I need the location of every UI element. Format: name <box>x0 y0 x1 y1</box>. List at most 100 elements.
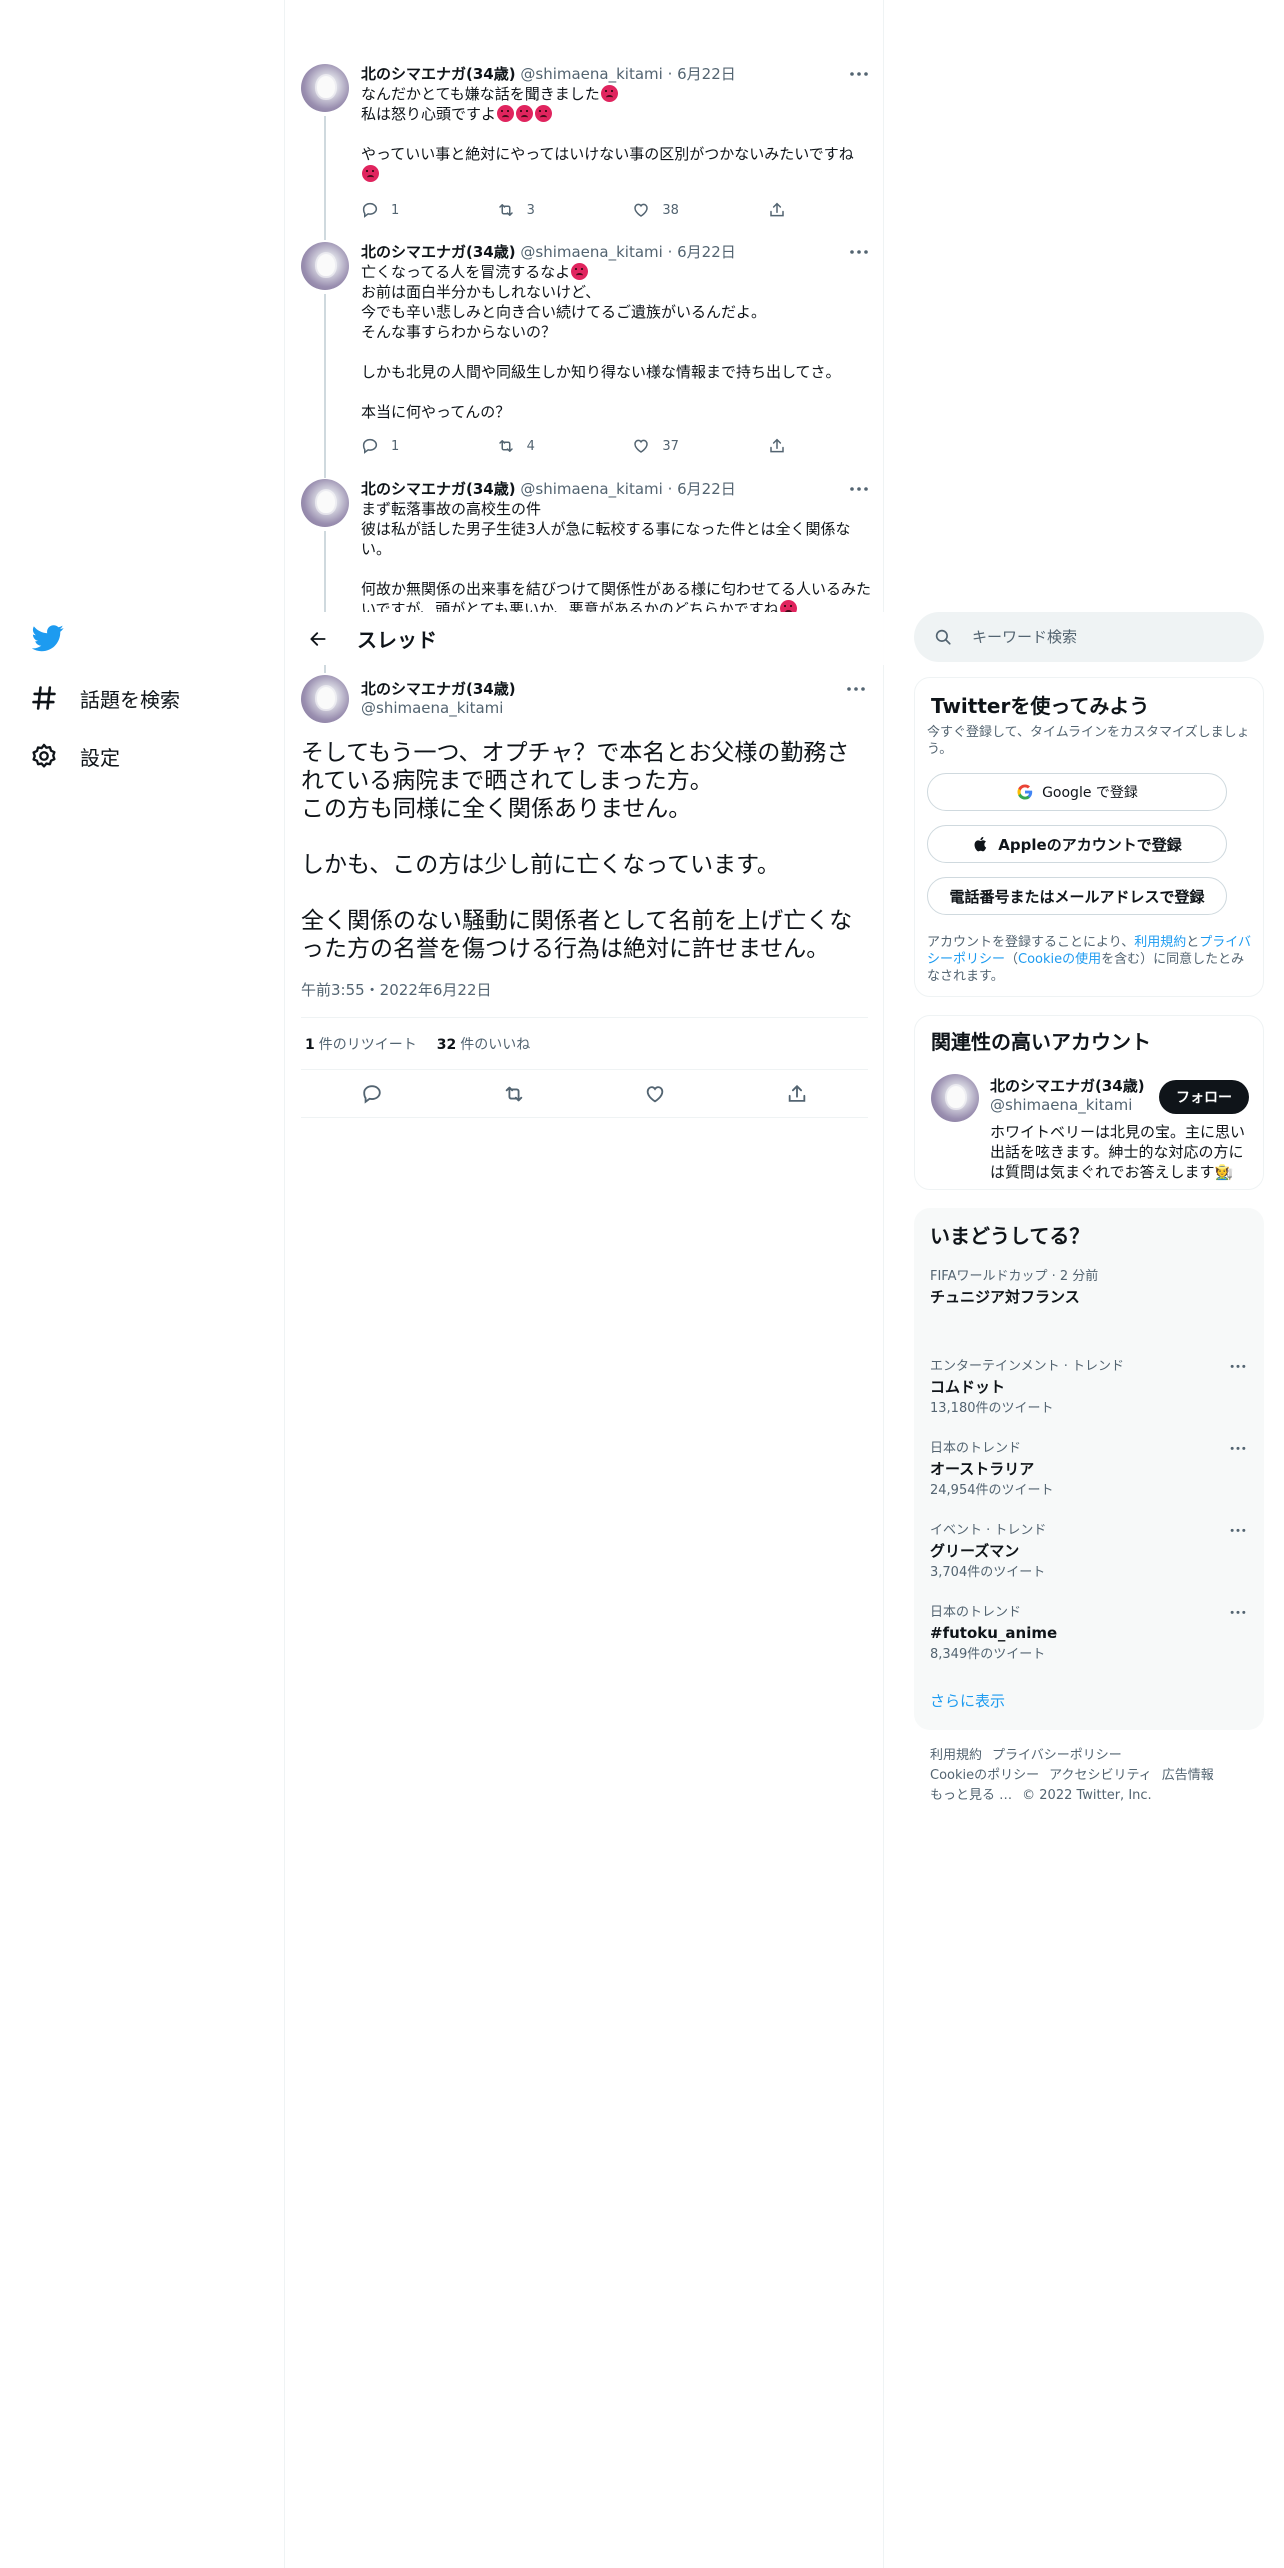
author-handle[interactable]: @shimaena_kitami <box>520 480 662 498</box>
trends-card: いまどうしてる？ FIFAワールドカップ · 2 分前 チュニジア対フランス エ… <box>914 1208 1264 1730</box>
phone-email-signup-label: 電話番号またはメールアドレスで登録 <box>949 887 1205 906</box>
footer-privacy-link[interactable]: プライバシーポリシー <box>992 1748 1122 1763</box>
trend-item[interactable]: 日本のトレンド #futoku_anime 8,349件のツイート <box>930 1604 1248 1664</box>
tweet-timestamp[interactable]: 午前3:55・2022年6月22日 <box>301 979 492 1000</box>
more-options-icon[interactable] <box>1228 1440 1248 1458</box>
tweet-date[interactable]: · 6月22日 <box>668 65 736 83</box>
tweet-stats: 1 件のリツイート 32 件のいいね <box>301 1017 868 1070</box>
trend-title: チュニジア対フランス <box>930 1288 1080 1306</box>
trend-context: エンターテインメント · トレンド <box>930 1359 1125 1374</box>
reply-button[interactable]: 1 <box>361 436 461 456</box>
thread-line <box>324 531 326 612</box>
trend-count: 13,180件のツイート <box>930 1401 1054 1416</box>
nav-explore-label: 話題を検索 <box>80 687 180 712</box>
author-handle[interactable]: @shimaena_kitami <box>361 699 503 717</box>
tweet-date[interactable]: · 6月22日 <box>668 480 736 498</box>
share-button[interactable] <box>768 436 786 456</box>
trend-item[interactable]: FIFAワールドカップ · 2 分前 チュニジア対フランス <box>930 1268 1248 1308</box>
footer-accessibility-link[interactable]: アクセシビリティ <box>1049 1768 1152 1783</box>
tweet-text-part: まず転落事故の高校生の件 彼は私が話した男子生徒3人が急に転校する事になった件と… <box>361 500 871 612</box>
heart-icon[interactable] <box>644 1083 666 1105</box>
back-button[interactable] <box>301 622 335 656</box>
tweet-text-part: なんだかとても嫌な話を聞きました <box>361 85 600 103</box>
angry-face-icon <box>516 105 534 122</box>
author-name[interactable]: 北のシマエナガ(34歳) <box>361 243 516 261</box>
google-icon <box>1017 784 1033 800</box>
tweet-actions: 1 3 38 <box>361 200 786 220</box>
trend-title: オーストラリア <box>930 1460 1035 1478</box>
footer-links: 利用規約 プライバシーポリシー Cookieのポリシー アクセシビリティ 広告情報 も… <box>930 1746 1250 1806</box>
tweet-text-part: お前は面白半分かもしれないけど、 今でも辛い悲しみと向き合い続けてるご遺族がいる… <box>361 283 841 421</box>
reply-icon <box>362 438 378 454</box>
focal-tweet-text: そしてもう一つ、オプチャ？で本名とお父様の勤務されている病院まで晒されてしまった… <box>301 740 853 962</box>
left-sidebar: 話題を検索 設定 <box>0 0 285 2568</box>
retweet-icon <box>498 440 513 452</box>
like-button[interactable]: 38 <box>632 200 732 220</box>
like-button[interactable]: 37 <box>632 436 732 456</box>
more-options-icon[interactable] <box>844 679 868 699</box>
more-options-icon[interactable] <box>1228 1522 1248 1540</box>
cookie-link[interactable]: Cookieの使用 <box>1018 952 1101 967</box>
angry-face-icon <box>779 600 797 612</box>
reply-icon[interactable] <box>361 1083 383 1105</box>
trend-item[interactable]: 日本のトレンド オーストラリア 24,954件のツイート <box>930 1440 1248 1500</box>
author-handle[interactable]: @shimaena_kitami <box>520 243 662 261</box>
avatar[interactable] <box>301 675 349 723</box>
thread-tweet-2[interactable]: 北のシマエナガ(34歳) @shimaena_kitami · 6月22日 亡く… <box>301 242 871 478</box>
google-signup-label: Google で登録 <box>1042 785 1138 801</box>
google-signup-button[interactable]: Google で登録 <box>927 773 1227 811</box>
show-more-link[interactable]: さらに表示 <box>930 1690 1005 1711</box>
avatar[interactable] <box>931 1074 979 1122</box>
thread-tweet-1[interactable]: 北のシマエナガ(34歳) @shimaena_kitami · 6月22日 なん… <box>301 64 871 240</box>
more-options-icon[interactable] <box>847 242 871 262</box>
author-name[interactable]: 北のシマエナガ(34歳) <box>361 678 516 699</box>
retweets-stat[interactable]: 1 件のリツイート <box>305 1034 417 1054</box>
trend-count: 8,349件のツイート <box>930 1647 1046 1662</box>
retweet-button[interactable]: 3 <box>497 200 597 220</box>
more-options-icon[interactable] <box>847 64 871 84</box>
retweet-icon[interactable] <box>503 1083 525 1105</box>
trend-title: グリーズマン <box>930 1542 1020 1560</box>
tweet-actions: 1 4 37 <box>361 436 786 456</box>
likes-count: 32 <box>436 1036 457 1053</box>
angry-face-icon <box>571 263 589 280</box>
nav-explore[interactable]: 話題を検索 <box>30 674 180 722</box>
footer-more-link[interactable]: もっと見る … <box>930 1788 1012 1803</box>
twitter-logo-icon[interactable] <box>31 622 64 654</box>
likes-stat[interactable]: 32 件のいいね <box>437 1034 530 1054</box>
nav-settings[interactable]: 設定 <box>30 732 120 780</box>
reply-button[interactable]: 1 <box>361 200 461 220</box>
avatar[interactable] <box>301 479 349 527</box>
terms-link[interactable]: 利用規約 <box>1134 935 1186 950</box>
share-icon[interactable] <box>786 1083 808 1105</box>
footer-cookie-link[interactable]: Cookieのポリシー <box>930 1768 1039 1783</box>
trend-item[interactable]: イベント · トレンド グリーズマン 3,704件のツイート <box>930 1522 1248 1582</box>
footer-terms-link[interactable]: 利用規約 <box>930 1748 982 1763</box>
footer-ads-link[interactable]: 広告情報 <box>1162 1768 1214 1783</box>
tweet-date[interactable]: · 6月22日 <box>668 243 736 261</box>
apple-signup-button[interactable]: Appleのアカウントで登録 <box>927 825 1227 863</box>
author-name[interactable]: 北のシマエナガ(34歳) <box>361 65 516 83</box>
trend-context: FIFAワールドカップ · 2 分前 <box>930 1269 1099 1284</box>
more-options-icon[interactable] <box>1228 1358 1248 1376</box>
avatar[interactable] <box>301 242 349 290</box>
related-name[interactable]: 北のシマエナガ(34歳) <box>990 1075 1145 1096</box>
author-handle[interactable]: @shimaena_kitami <box>520 65 662 83</box>
trend-item[interactable]: エンターテインメント · トレンド コムドット 13,180件のツイート <box>930 1358 1248 1418</box>
avatar[interactable] <box>301 64 349 112</box>
more-options-icon[interactable] <box>847 479 871 499</box>
search-box[interactable] <box>914 612 1264 662</box>
share-icon <box>770 202 784 217</box>
follow-button[interactable]: フォロー <box>1159 1080 1249 1114</box>
thread-tweet-3[interactable]: 北のシマエナガ(34歳) @shimaena_kitami · 6月22日 まず… <box>301 479 871 612</box>
search-input[interactable] <box>972 628 1252 646</box>
author-name[interactable]: 北のシマエナガ(34歳) <box>361 480 516 498</box>
related-handle[interactable]: @shimaena_kitami <box>990 1096 1132 1114</box>
share-button[interactable] <box>768 200 786 220</box>
signup-subtitle: 今すぐ登録して、タイムラインをカスタマイズしましょう。 <box>927 725 1250 757</box>
retweet-count: 3 <box>526 202 535 218</box>
phone-email-signup-button[interactable]: 電話番号またはメールアドレスで登録 <box>927 877 1227 915</box>
more-options-icon[interactable] <box>1228 1604 1248 1622</box>
retweet-button[interactable]: 4 <box>497 436 597 456</box>
trend-count: 24,954件のツイート <box>930 1483 1054 1498</box>
